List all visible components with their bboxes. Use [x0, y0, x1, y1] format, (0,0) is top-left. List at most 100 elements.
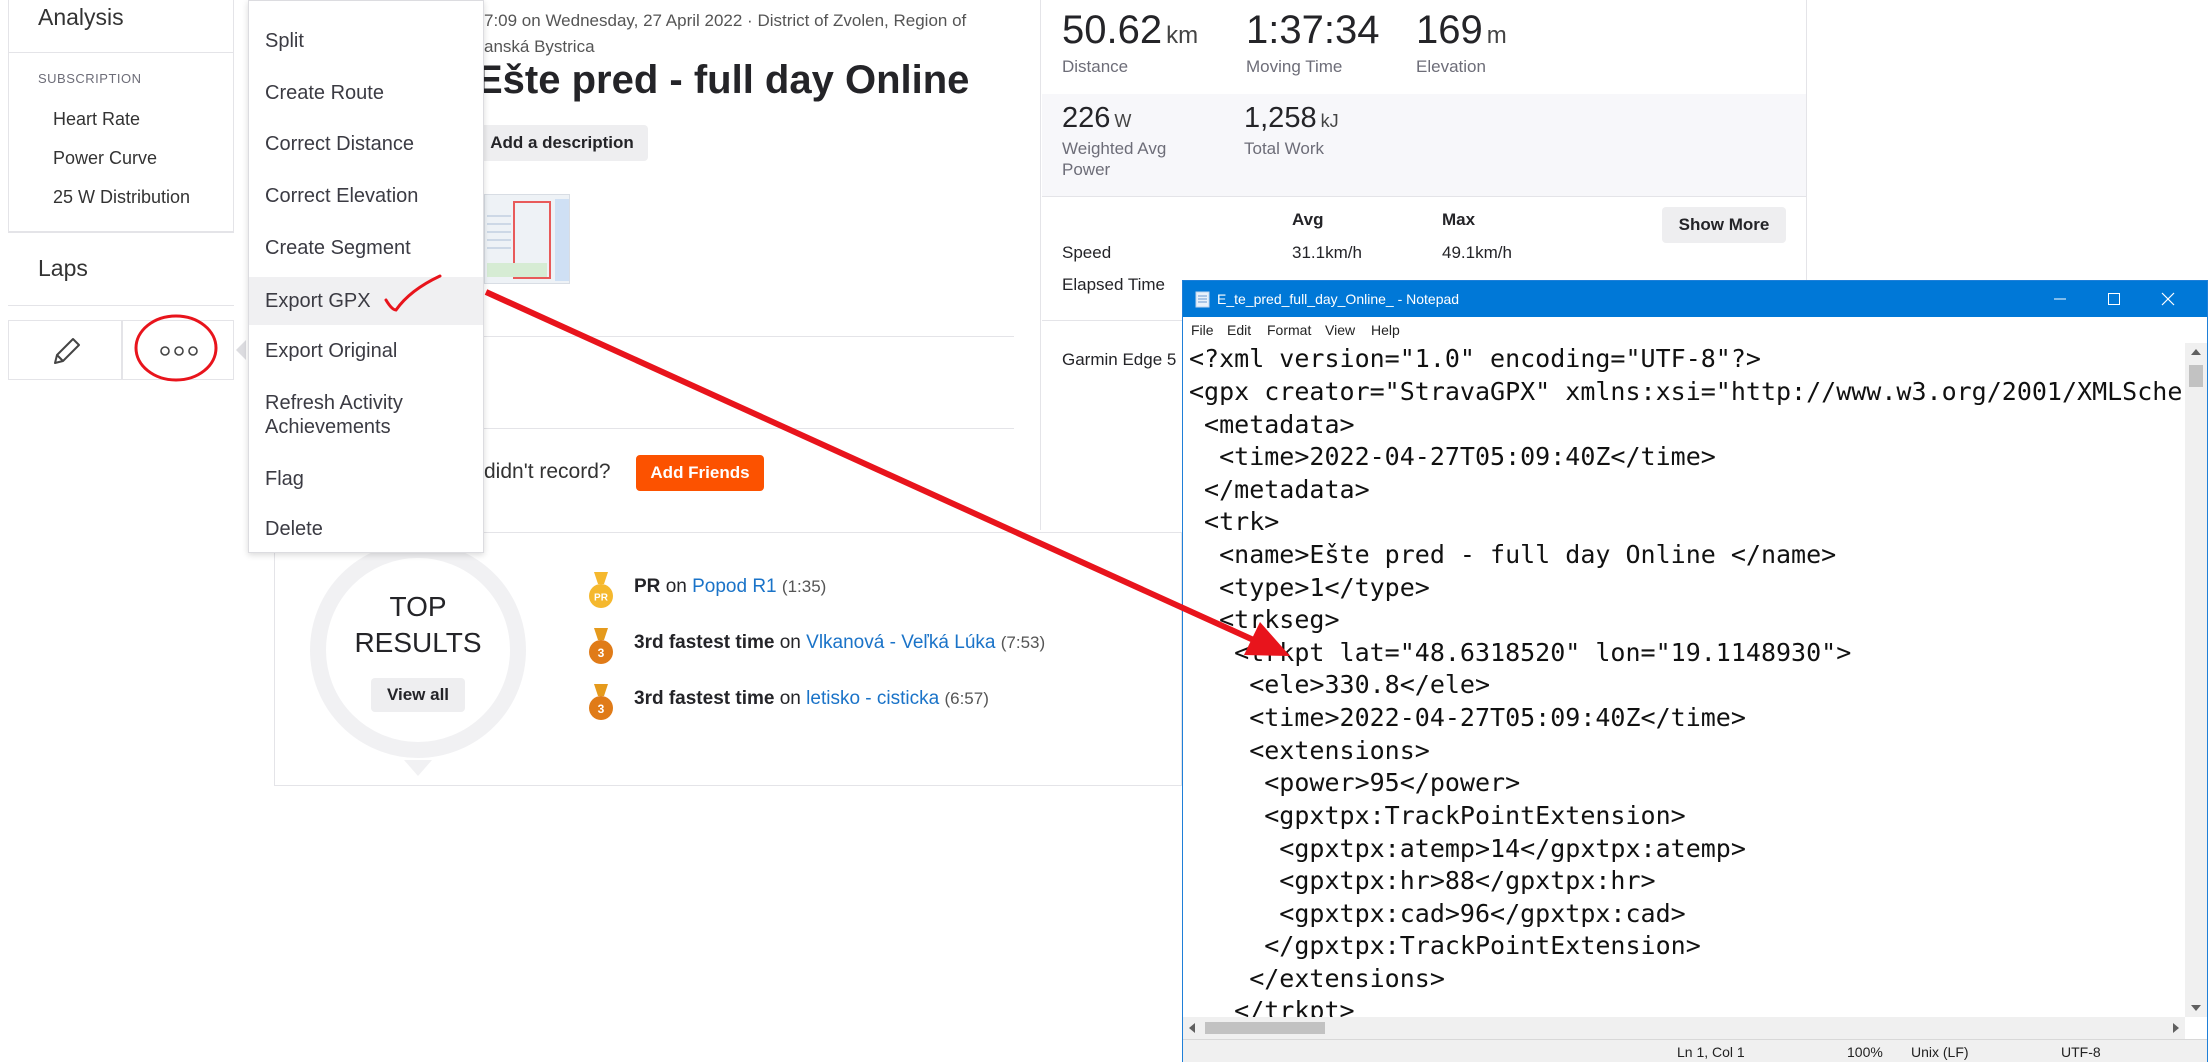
subscription-label: SUBSCRIPTION: [38, 71, 142, 86]
text-line: <?xml version="1.0" encoding="UTF-8"?>: [1189, 344, 1761, 373]
text-line: <ele>330.8</ele>: [1189, 670, 1491, 699]
sidebar-item-power-curve[interactable]: Power Curve: [53, 148, 157, 169]
text-line: <gpx creator="StravaGPX" xmlns:xsi="http…: [1189, 377, 2183, 406]
result-on: on: [779, 632, 801, 653]
pr-medal-icon: PR: [589, 572, 613, 608]
menu-item-refresh-achievements[interactable]: Refresh Activity Achievements: [249, 391, 449, 439]
notepad-text-area[interactable]: <?xml version="1.0" encoding="UTF-8"?> <…: [1183, 343, 2185, 1017]
menu-format[interactable]: Format: [1267, 322, 1311, 338]
minimize-icon[interactable]: [2053, 292, 2067, 306]
result-on: on: [779, 688, 801, 709]
text-line: </gpxtpx:TrackPointExtension>: [1189, 931, 1701, 960]
horizontal-scroll-thumb[interactable]: [1205, 1022, 1325, 1034]
divider: [8, 232, 234, 233]
add-description-button[interactable]: Add a description: [476, 125, 648, 161]
analysis-heading: Analysis: [38, 4, 124, 30]
activity-title: Ešte pred - full day Online: [476, 58, 970, 102]
menu-item-correct-elevation[interactable]: Correct Elevation: [249, 184, 483, 208]
text-line: <extensions>: [1189, 736, 1430, 765]
text-line: <gpxtpx:TrackPointExtension>: [1189, 801, 1686, 830]
weighted-power-unit: W: [1114, 111, 1132, 131]
text-line: <name>Ešte pred - full day Online </name…: [1189, 540, 1837, 569]
third-place-medal-icon: 3: [589, 684, 613, 720]
menu-pointer: [236, 340, 246, 360]
notepad-app-icon: [1195, 291, 1210, 308]
result-time: (7:53): [1000, 633, 1046, 652]
notepad-title-bar[interactable]: E_te_pred_full_day_Online_ - Notepad: [1183, 281, 2207, 317]
divider: [484, 428, 1014, 429]
notepad-status-bar: Ln 1, Col 1 100% Unix (LF) UTF-8: [1183, 1039, 2207, 1062]
medal-rank-text: 3: [598, 702, 605, 716]
map-strip: [487, 263, 547, 277]
text-line: <gpxtpx:atemp>14</gpxtpx:atemp>: [1189, 834, 1746, 863]
notepad-menu-bar: File Edit Format View Help: [1183, 317, 2207, 343]
total-work-value: 1,258: [1244, 102, 1317, 134]
friends-prompt: didn't record?: [484, 460, 611, 483]
map-thumbnail[interactable]: [484, 194, 570, 284]
scroll-up-icon[interactable]: [2191, 349, 2201, 355]
elevation-value: 169: [1416, 8, 1483, 52]
menu-view[interactable]: View: [1325, 322, 1355, 338]
notepad-window: E_te_pred_full_day_Online_ - Notepad Fil…: [1182, 280, 2208, 1062]
actions-dropdown-menu: Split Create Route Correct Distance Corr…: [248, 0, 484, 553]
show-more-button[interactable]: Show More: [1662, 207, 1786, 243]
weighted-power-stat: 226 W: [1062, 102, 1131, 135]
text-line: <gpxtpx:hr>88</gpxtpx:hr>: [1189, 866, 1656, 895]
moving-time-value: 1:37:34: [1246, 8, 1380, 52]
menu-edit[interactable]: Edit: [1227, 322, 1251, 338]
menu-item-split[interactable]: Split: [249, 29, 483, 53]
scroll-right-icon[interactable]: [2173, 1023, 2179, 1033]
close-icon[interactable]: [2161, 292, 2175, 306]
top-results-title-2: RESULTS: [354, 627, 482, 658]
speed-avg: 31.1km/h: [1292, 243, 1362, 262]
menu-item-delete[interactable]: Delete: [249, 517, 483, 541]
add-friends-button[interactable]: Add Friends: [636, 455, 764, 491]
menu-item-correct-distance[interactable]: Correct Distance: [249, 132, 483, 156]
text-line: <trkseg>: [1189, 605, 1340, 634]
sidebar-item-power-distribution[interactable]: 25 W Distribution: [53, 187, 190, 208]
sidebar-item-heart-rate[interactable]: Heart Rate: [53, 109, 140, 130]
text-line: <trk>: [1189, 507, 1280, 536]
scroll-down-icon[interactable]: [2191, 1005, 2201, 1011]
status-zoom: 100%: [1847, 1044, 1883, 1060]
vertical-scrollbar[interactable]: [2185, 343, 2207, 1017]
result-label: 3rd fastest time: [634, 688, 775, 709]
maximize-icon[interactable]: [2107, 292, 2121, 306]
menu-item-flag[interactable]: Flag: [249, 467, 483, 491]
distance-label: Distance: [1062, 57, 1129, 76]
segment-link[interactable]: Popod R1: [692, 576, 777, 597]
divider: [1042, 196, 1806, 197]
text-line: </metadata>: [1189, 475, 1370, 504]
total-work-unit: kJ: [1320, 111, 1339, 131]
menu-item-export-gpx[interactable]: Export GPX: [249, 277, 483, 325]
weighted-power-label-2: Power: [1062, 160, 1111, 179]
menu-item-create-segment[interactable]: Create Segment: [249, 236, 483, 260]
menu-help[interactable]: Help: [1371, 322, 1400, 338]
scroll-left-icon[interactable]: [1189, 1023, 1195, 1033]
device-name: Garmin Edge 5: [1062, 350, 1177, 369]
medal-rank-text: 3: [598, 646, 605, 660]
menu-file[interactable]: File: [1191, 322, 1214, 338]
text-line: <metadata>: [1189, 410, 1355, 439]
divider: [1806, 0, 1807, 280]
sidebar-item-laps[interactable]: Laps: [38, 255, 88, 282]
activity-meta-line-2: anská Bystrica: [484, 37, 595, 56]
divider: [8, 305, 234, 306]
text-line: </trkpt>: [1189, 996, 1355, 1017]
menu-item-create-route[interactable]: Create Route: [249, 81, 483, 105]
pr-medal-text: PR: [594, 593, 609, 604]
more-actions-button[interactable]: [122, 320, 234, 380]
map-panel: [555, 199, 569, 281]
segment-link[interactable]: Vlkanová - Veľká Lúka: [806, 632, 995, 653]
elapsed-time-label: Elapsed Time: [1062, 275, 1165, 294]
total-work-stat: 1,258 kJ: [1244, 102, 1339, 135]
text-line: <type>1</type>: [1189, 573, 1430, 602]
segment-link[interactable]: letisko - cisticka: [806, 688, 939, 709]
vertical-scroll-thumb[interactable]: [2189, 365, 2203, 387]
result-time: (1:35): [781, 577, 827, 596]
menu-item-export-original[interactable]: Export Original: [249, 339, 483, 363]
text-line: <time>2022-04-27T05:09:40Z</time>: [1189, 442, 1716, 471]
view-all-button[interactable]: View all: [371, 678, 465, 712]
edit-button[interactable]: [8, 320, 122, 380]
horizontal-scrollbar[interactable]: [1183, 1017, 2185, 1039]
